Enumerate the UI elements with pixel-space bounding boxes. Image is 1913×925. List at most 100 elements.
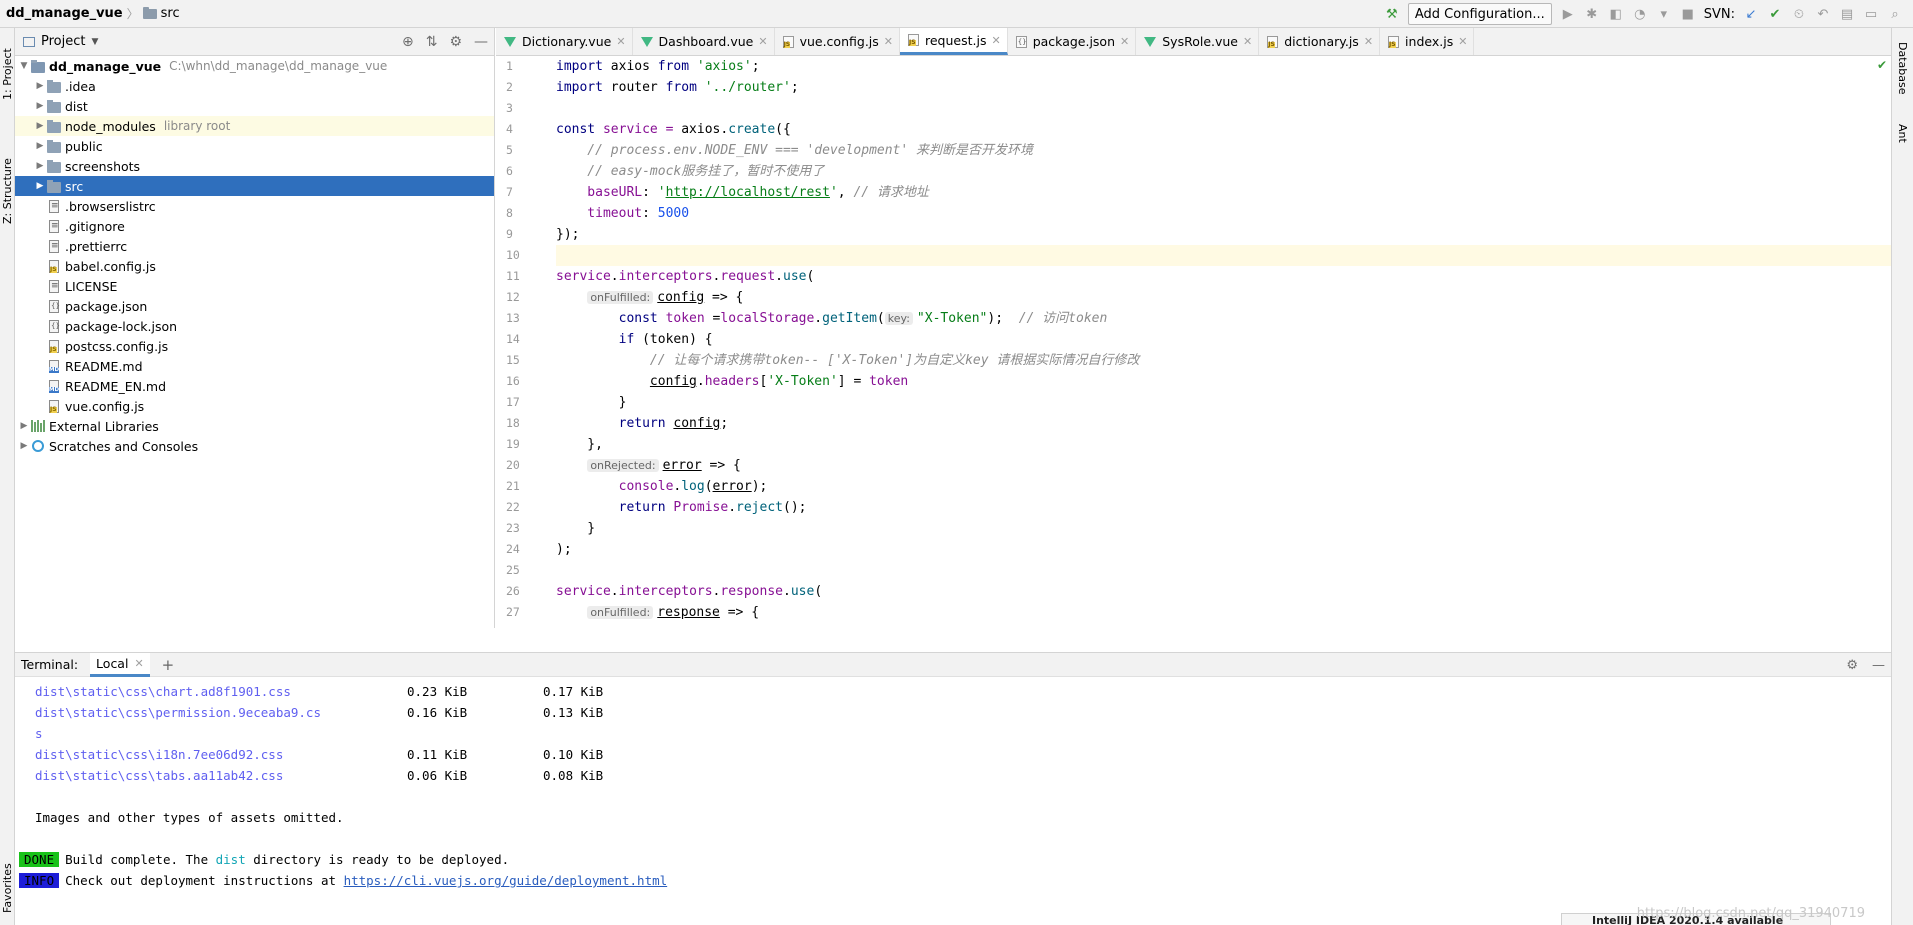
tree-item[interactable]: .gitignore [15, 216, 494, 236]
tree-item[interactable]: ▶ public [15, 136, 494, 156]
svn-revert-icon[interactable]: ↶ [1815, 6, 1831, 22]
collapse-all-icon[interactable]: ⇅ [426, 34, 438, 50]
tree-item[interactable]: ▶ src [15, 176, 494, 196]
tree-item[interactable]: .browserslistrc [15, 196, 494, 216]
asset-path: dist\static\css\i18n.7ee06d92.css [35, 747, 284, 762]
gear-icon[interactable]: ⚙ [449, 34, 462, 50]
editor-tab[interactable]: Dictionary.vue ✕ [496, 28, 633, 55]
close-icon[interactable]: ✕ [758, 35, 767, 48]
run-dropdown-icon[interactable]: ▾ [1656, 6, 1672, 22]
tree-item-label: postcss.config.js [65, 338, 169, 354]
tree-item[interactable]: babel.config.js [15, 256, 494, 276]
deployment-link[interactable]: https://cli.vuejs.org/guide/deployment.h… [344, 873, 668, 888]
tree-scratches[interactable]: ▶ Scratches and Consoles [15, 436, 494, 456]
tool-tab-database[interactable]: Database [1896, 42, 1909, 95]
tree-item[interactable]: ▶ .idea [15, 76, 494, 96]
collapsed-arrow-icon[interactable]: ▶ [33, 161, 47, 171]
collapsed-arrow-icon[interactable]: ▶ [33, 81, 47, 91]
code-line-4: const service = axios.create({ [556, 122, 791, 137]
editor-tab[interactable]: request.js ✕ [900, 28, 1008, 55]
txt-file-icon [47, 239, 61, 253]
close-icon[interactable]: ✕ [134, 657, 143, 670]
tree-item[interactable]: ▶ screenshots [15, 156, 494, 176]
tree-item[interactable]: README_EN.md [15, 376, 494, 396]
collapsed-arrow-icon[interactable]: ▶ [33, 141, 47, 151]
run-icon[interactable]: ▶ [1560, 6, 1576, 22]
collapsed-arrow-icon[interactable]: ▶ [33, 121, 47, 131]
tree-root-name: dd_manage_vue [49, 58, 162, 74]
tool-tab-ant[interactable]: Ant [1896, 124, 1909, 143]
tree-external-libraries[interactable]: ▶ External Libraries [15, 416, 494, 436]
svn-update-icon[interactable]: ↙ [1743, 6, 1759, 22]
code-line-11: service.interceptors.request.use( [556, 269, 815, 284]
line-number: 17 [506, 395, 520, 409]
svn-commit-icon[interactable]: ✔ [1767, 6, 1783, 22]
close-icon[interactable]: ✕ [1364, 35, 1373, 48]
tree-item[interactable]: vue.config.js [15, 396, 494, 416]
editor-tab[interactable]: Dashboard.vue ✕ [633, 28, 775, 55]
editor-tab[interactable]: index.js ✕ [1380, 28, 1475, 55]
terminal-tab-local[interactable]: Local ✕ [90, 652, 150, 677]
tool-tab-structure[interactable]: Z: Structure [0, 146, 15, 236]
close-icon[interactable]: ✕ [616, 35, 625, 48]
tree-item[interactable]: README.md [15, 356, 494, 376]
collapsed-arrow-icon[interactable]: ▶ [33, 181, 47, 191]
tree-item[interactable]: ▶ node_modules library root [15, 116, 494, 136]
add-configuration-button[interactable]: Add Configuration... [1407, 3, 1552, 25]
editor-tab[interactable]: SysRole.vue ✕ [1136, 28, 1260, 55]
tree-item[interactable]: package.json [15, 296, 494, 316]
collapsed-arrow-icon[interactable]: ▶ [17, 421, 31, 431]
code-line-24: ); [556, 542, 572, 557]
breadcrumb: dd_manage_vue 〉 src [0, 0, 180, 28]
close-icon[interactable]: ✕ [1458, 35, 1467, 48]
new-terminal-icon[interactable]: + [162, 656, 175, 674]
gear-icon[interactable]: ⚙ [1846, 658, 1858, 673]
close-icon[interactable]: ✕ [1120, 35, 1129, 48]
editor-tab[interactable]: package.json ✕ [1008, 28, 1137, 55]
parameter-hint: onRejected: [587, 459, 659, 472]
tree-item[interactable]: postcss.config.js [15, 336, 494, 356]
svn-history-icon[interactable]: ⏲ [1791, 6, 1807, 22]
close-icon[interactable]: ✕ [1243, 35, 1252, 48]
tree-item[interactable]: LICENSE [15, 276, 494, 296]
folder-icon [47, 99, 61, 113]
tool-tab-favorites[interactable]: Favorites [0, 858, 15, 918]
navigation-bar: dd_manage_vue 〉 src ⚒ Add Configuration.… [0, 0, 1913, 28]
terminal-done-line: DONE Build complete. The dist directory i… [19, 849, 1891, 870]
close-icon[interactable]: ✕ [991, 34, 1000, 47]
project-structure-icon[interactable]: ▤ [1839, 6, 1855, 22]
project-view-icon [23, 36, 35, 47]
hide-icon[interactable]: — [474, 34, 488, 50]
chevron-down-icon[interactable]: ▼ [91, 37, 98, 47]
tree-item[interactable]: ▶ dist [15, 96, 494, 116]
tool-tab-project[interactable]: 1: Project [0, 34, 15, 114]
build-hammer-icon[interactable]: ⚒ [1384, 6, 1400, 22]
expanded-arrow-icon[interactable]: ▼ [17, 61, 31, 71]
tree-item-label: README_EN.md [65, 378, 167, 394]
tree-item[interactable]: package-lock.json [15, 316, 494, 336]
editor-tab[interactable]: dictionary.js ✕ [1259, 28, 1381, 55]
breadcrumb-folder[interactable]: src [161, 6, 180, 21]
terminal-output[interactable]: dist\static\css\chart.ad8f1901.css 0.23 K… [15, 677, 1891, 891]
tree-item-label: vue.config.js [65, 398, 145, 414]
stop-icon[interactable]: ■ [1680, 6, 1696, 22]
watermark: https://blog.csdn.net/qq_31940719 [1636, 906, 1865, 921]
close-icon[interactable]: ✕ [884, 35, 893, 48]
collapsed-arrow-icon[interactable]: ▶ [33, 101, 47, 111]
search-everywhere-icon[interactable]: ⌕ [1887, 6, 1903, 22]
coverage-icon[interactable]: ◧ [1608, 6, 1624, 22]
profile-icon[interactable]: ◔ [1632, 6, 1648, 22]
breadcrumb-project[interactable]: dd_manage_vue [6, 6, 123, 21]
editor-tab-label: SysRole.vue [1162, 34, 1238, 49]
project-panel-title[interactable]: Project [41, 34, 85, 49]
collapsed-arrow-icon[interactable]: ▶ [17, 441, 31, 451]
code-area[interactable]: 1 2 3 4 5 6 7 8 9 10 11 12 13 14 15 16 17 18 19 20 21 22 23 24 2… [496, 56, 1891, 628]
editor-tab[interactable]: vue.config.js ✕ [775, 28, 900, 55]
terminal-window-icon[interactable]: ▭ [1863, 6, 1879, 22]
tree-root[interactable]: ▼ dd_manage_vue C:\whn\dd_manage\dd_mana… [15, 56, 494, 76]
code-text[interactable]: import axios from 'axios'; import router… [556, 56, 1891, 623]
hide-icon[interactable]: — [1872, 658, 1885, 673]
debug-icon[interactable]: ✱ [1584, 6, 1600, 22]
locate-icon[interactable]: ⊕ [402, 34, 414, 50]
tree-item[interactable]: .prettierrc [15, 236, 494, 256]
